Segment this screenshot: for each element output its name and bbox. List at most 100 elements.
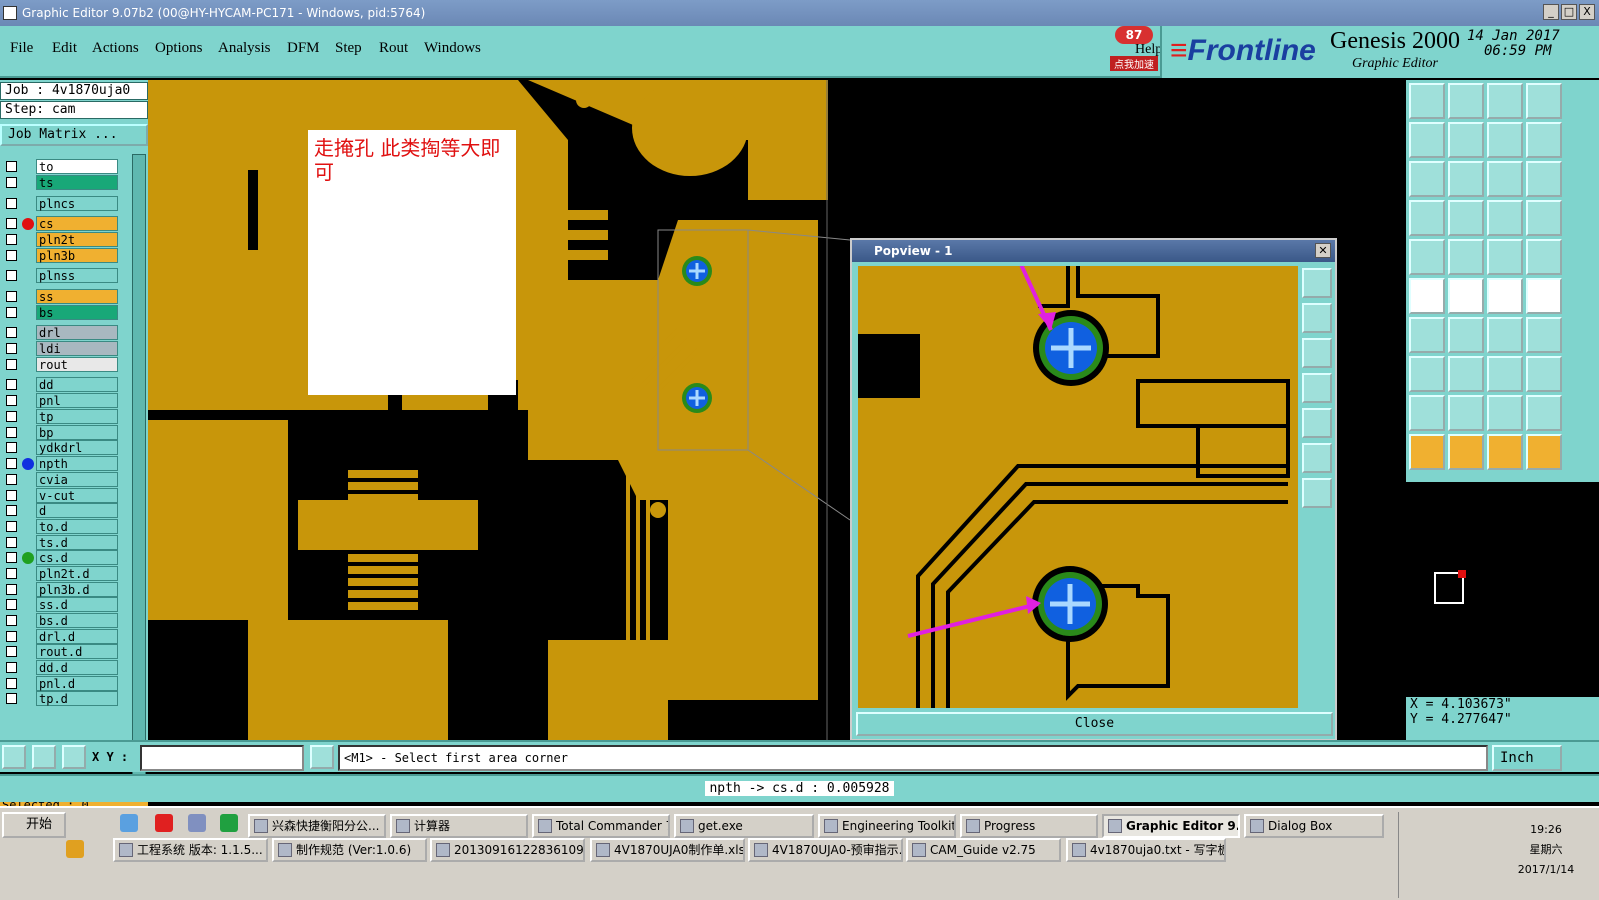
task-button-7[interactable]: Graphic Editor 9.07... (1102, 814, 1240, 838)
tool-button-r7-c1[interactable] (1409, 317, 1445, 353)
layer-row-cs-d[interactable]: cs.d (4, 550, 118, 565)
layer-checkbox[interactable] (6, 584, 17, 595)
menu-rout[interactable]: Rout (379, 40, 408, 57)
maximize-button[interactable]: □ (1561, 4, 1577, 20)
tool-button-r1-c4[interactable] (1526, 83, 1562, 119)
xy-input[interactable] (140, 745, 304, 771)
layer-checkbox[interactable] (6, 411, 17, 422)
layer-checkbox[interactable] (6, 678, 17, 689)
layer-checkbox[interactable] (6, 234, 17, 245)
popview-tool-5[interactable] (1302, 408, 1332, 438)
layer-row-pln2t-d[interactable]: pln2t.d (4, 566, 118, 581)
layer-checkbox[interactable] (6, 490, 17, 501)
quicklaunch-icon-1[interactable] (120, 814, 138, 832)
layer-row-ss[interactable]: ss (4, 289, 118, 304)
popview-close-button[interactable]: Close (856, 712, 1333, 736)
menu-step[interactable]: Step (335, 40, 362, 57)
menu-edit[interactable]: Edit (52, 40, 77, 57)
layer-checkbox[interactable] (6, 218, 17, 229)
tool-button-r8-c1[interactable] (1409, 356, 1445, 392)
accelerate-label[interactable]: 点我加速 (1110, 56, 1158, 71)
tool-button-r4-c2[interactable] (1448, 200, 1484, 236)
tool-button-r8-c4[interactable] (1526, 356, 1562, 392)
layer-row-tp[interactable]: tp (4, 409, 118, 424)
tool-button-r1-c2[interactable] (1448, 83, 1484, 119)
tool-button-r4-c4[interactable] (1526, 200, 1562, 236)
layer-row-to[interactable]: to (4, 159, 118, 174)
layer-row-ldi[interactable]: ldi (4, 341, 118, 356)
layer-row-ss-d[interactable]: ss.d (4, 597, 118, 612)
task-button-row2-7[interactable]: 4v1870uja0.txt - 写字板 (1066, 838, 1226, 862)
task-button-2[interactable]: 计算器 (390, 814, 528, 838)
tool-button-r2-c1[interactable] (1409, 122, 1445, 158)
task-button-row2-6[interactable]: CAM_Guide v2.75 (906, 838, 1061, 862)
layer-checkbox[interactable] (6, 552, 17, 563)
tool-button-r3-c2[interactable] (1448, 161, 1484, 197)
layer-row-bp[interactable]: bp (4, 425, 118, 440)
layer-checkbox[interactable] (6, 270, 17, 281)
layer-row-d[interactable]: d (4, 503, 118, 518)
menu-file[interactable]: File (10, 40, 33, 57)
tool-button-r7-c2[interactable] (1448, 317, 1484, 353)
tool-button-r10-c2[interactable] (1448, 434, 1484, 470)
popview-tool-3[interactable] (1302, 338, 1332, 368)
tool-button-r8-c2[interactable] (1448, 356, 1484, 392)
pdf-icon[interactable] (155, 814, 173, 832)
layer-row-bs[interactable]: bs (4, 305, 118, 320)
task-button-row2-3[interactable]: 20130916122836109.rtf... (430, 838, 585, 862)
tool-button-r6-c1[interactable] (1409, 278, 1445, 314)
tool-button-r9-c4[interactable] (1526, 395, 1562, 431)
tool-button-r6-c2[interactable] (1448, 278, 1484, 314)
measure-tool-button[interactable] (32, 745, 56, 769)
task-button-row2-5[interactable]: 4V1870UJA0-预审指示.... (748, 838, 903, 862)
start-button[interactable]: 开始 (2, 812, 66, 838)
task-button-row2-1[interactable]: 工程系统 版本: 1.1.5... (113, 838, 268, 862)
layer-row-pnl[interactable]: pnl (4, 393, 118, 408)
tool-button-r9-c2[interactable] (1448, 395, 1484, 431)
layer-row-tp-d[interactable]: tp.d (4, 691, 118, 706)
layer-checkbox[interactable] (6, 161, 17, 172)
layer-checkbox[interactable] (6, 250, 17, 261)
popview-tool-4[interactable] (1302, 373, 1332, 403)
layer-row-drl-d[interactable]: drl.d (4, 629, 118, 644)
layer-checkbox[interactable] (6, 177, 17, 188)
popview-tool-6[interactable] (1302, 443, 1332, 473)
layer-row-pln3b-d[interactable]: pln3b.d (4, 582, 118, 597)
tool-button-r4-c3[interactable] (1487, 200, 1523, 236)
tool-button-r10-c3[interactable] (1487, 434, 1523, 470)
layer-checkbox[interactable] (6, 307, 17, 318)
layer-checkbox[interactable] (6, 427, 17, 438)
layer-checkbox[interactable] (6, 631, 17, 642)
menu-windows[interactable]: Windows (424, 40, 481, 57)
layer-row-drl[interactable]: drl (4, 325, 118, 340)
layer-checkbox[interactable] (6, 615, 17, 626)
minimize-button[interactable]: _ (1543, 4, 1559, 20)
grid-tool-button[interactable] (62, 745, 86, 769)
snap-tool-button[interactable] (2, 745, 26, 769)
layer-checkbox[interactable] (6, 568, 17, 579)
layer-row-npth[interactable]: npth (4, 456, 118, 471)
layer-checkbox[interactable] (6, 521, 17, 532)
popview-close-icon[interactable]: ✕ (1315, 243, 1331, 258)
popview-canvas[interactable] (858, 266, 1298, 708)
tool-button-r2-c3[interactable] (1487, 122, 1523, 158)
layer-checkbox[interactable] (6, 291, 17, 302)
popview-tool-2[interactable] (1302, 303, 1332, 333)
layer-row-to-d[interactable]: to.d (4, 519, 118, 534)
menu-actions[interactable]: Actions (92, 40, 139, 57)
layer-checkbox[interactable] (6, 442, 17, 453)
tool-button-r3-c4[interactable] (1526, 161, 1562, 197)
layer-row-plncs[interactable]: plncs (4, 196, 118, 211)
layer-scrollbar[interactable] (132, 154, 146, 782)
layer-checkbox[interactable] (6, 395, 17, 406)
browser-icon[interactable] (220, 814, 238, 832)
popview-tool-1[interactable] (1302, 268, 1332, 298)
layer-checkbox[interactable] (6, 599, 17, 610)
task-button-8[interactable]: Dialog Box (1244, 814, 1384, 838)
layer-checkbox[interactable] (6, 646, 17, 657)
tool-button-r5-c4[interactable] (1526, 239, 1562, 275)
layer-row-bs-d[interactable]: bs.d (4, 613, 118, 628)
layer-row-dd[interactable]: dd (4, 377, 118, 392)
close-window-button[interactable]: X (1579, 4, 1595, 20)
menu-analysis[interactable]: Analysis (218, 40, 271, 57)
